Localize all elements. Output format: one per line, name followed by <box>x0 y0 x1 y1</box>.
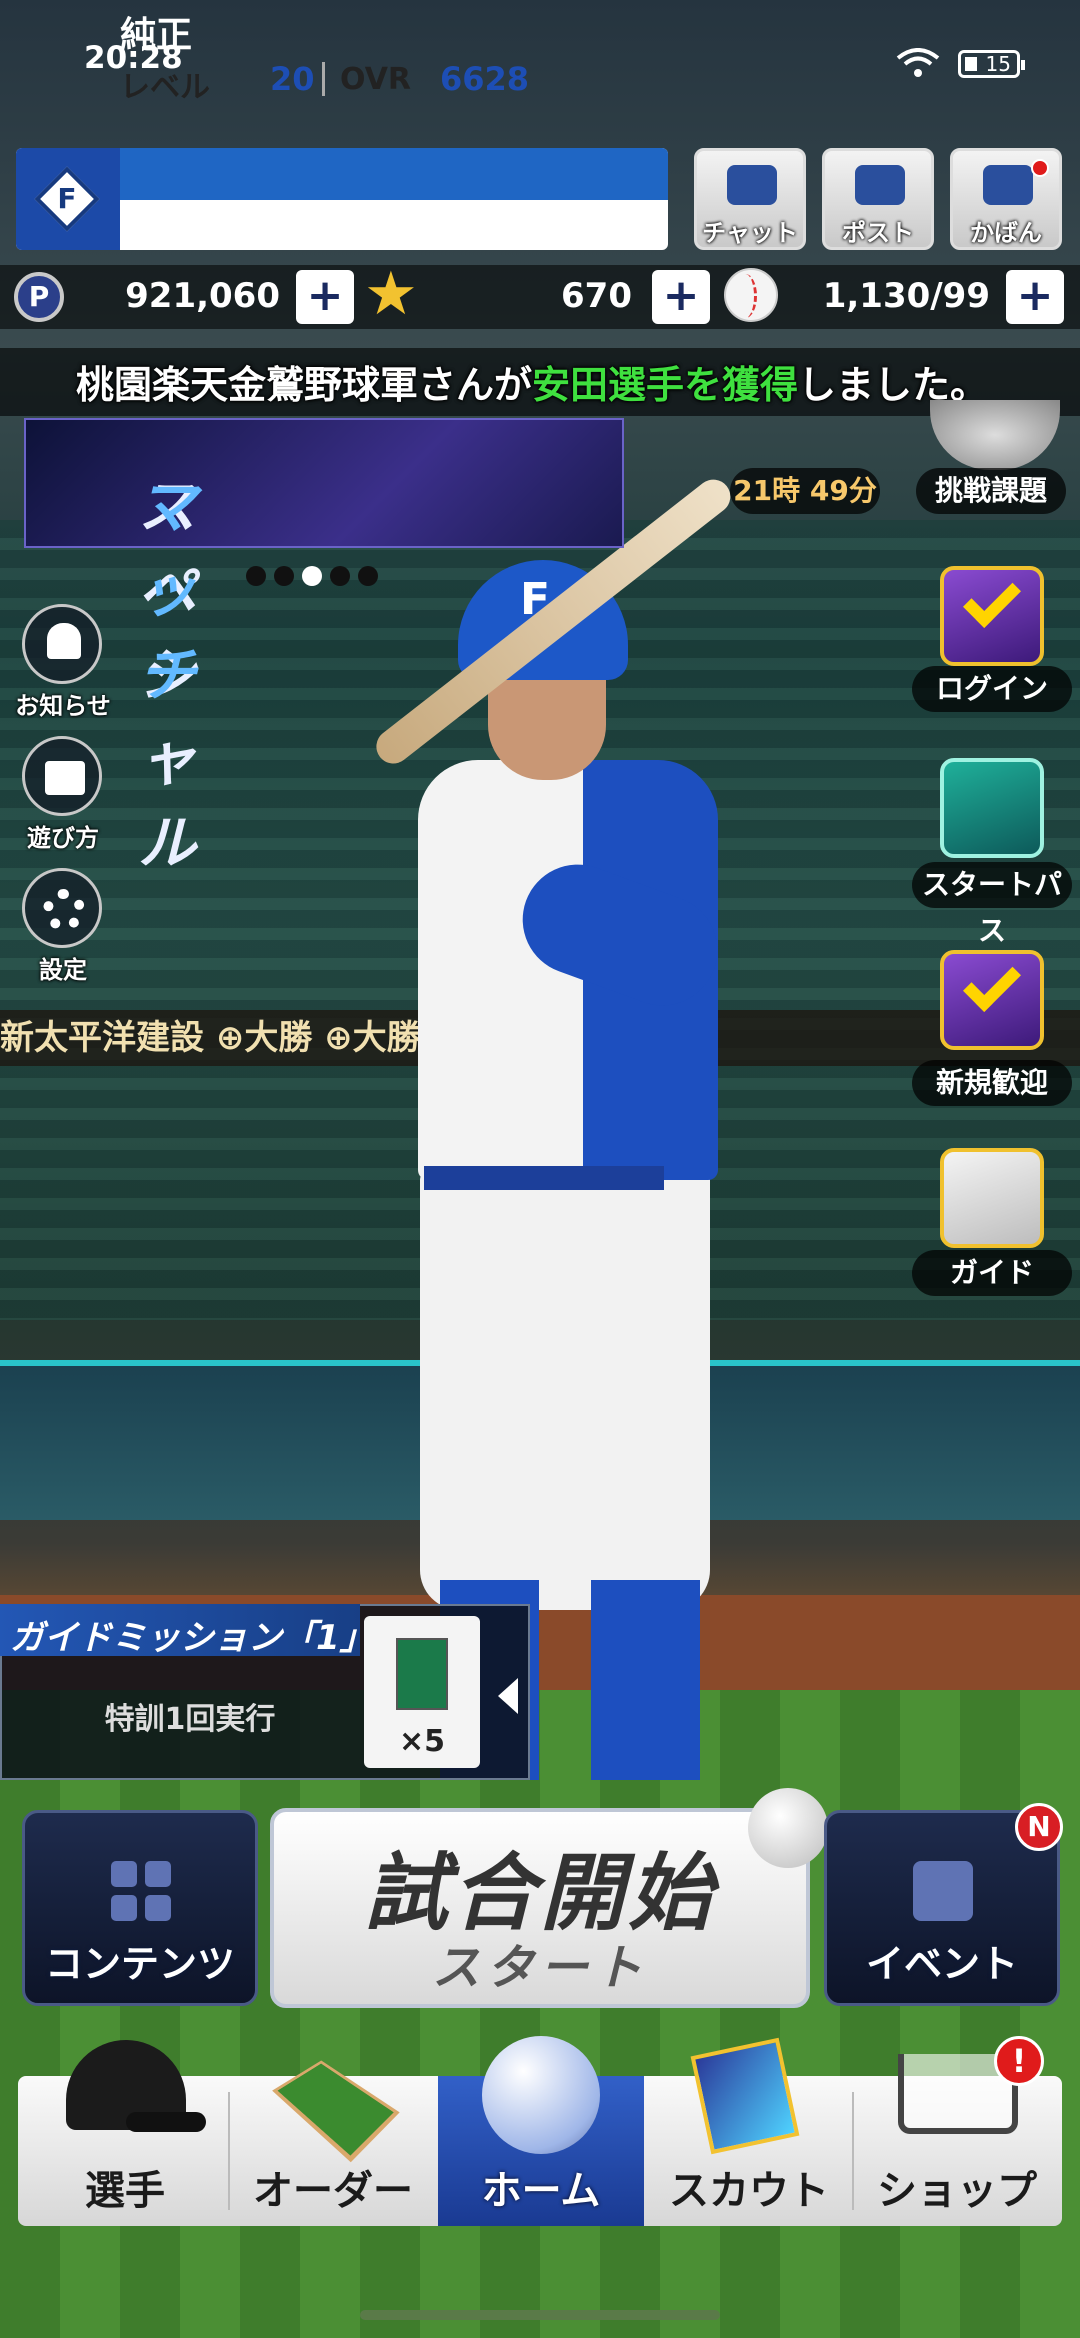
calendar-icon <box>913 1861 973 1921</box>
wifi-icon <box>896 48 940 77</box>
nav-players[interactable]: 選手 <box>22 2040 228 2226</box>
nav-shop[interactable]: ! ショップ <box>854 2036 1060 2226</box>
star-icon: ★ <box>364 259 418 329</box>
stars-value: 670 <box>561 276 632 316</box>
howto-label: 遊び方 <box>27 824 99 852</box>
start-pass-icon[interactable] <box>926 758 1058 868</box>
scout-ticket-icon <box>396 1638 448 1710</box>
welcome-icon[interactable] <box>926 950 1058 1060</box>
page-dot-active[interactable] <box>302 566 322 586</box>
profile-divider <box>322 62 325 96</box>
bag-button[interactable]: かばん <box>950 148 1062 250</box>
grid-icon <box>111 1861 171 1921</box>
home-ball-icon <box>482 2036 600 2154</box>
new-badge: N <box>1015 1803 1063 1851</box>
player-belt <box>424 1166 664 1190</box>
level-value: 20 <box>270 60 315 98</box>
gear-icon <box>43 889 85 931</box>
mail-icon <box>855 165 905 205</box>
challenge-button[interactable]: 挑戦課題 <box>916 468 1066 514</box>
ticker-message: 桃園楽天金鷲野球軍さんが安田選手を獲得しました。 <box>76 363 989 407</box>
howto-button[interactable] <box>22 736 102 816</box>
login-bonus-icon[interactable] <box>926 566 1058 676</box>
backpack-icon <box>983 165 1033 205</box>
field-grass <box>0 1690 1080 2338</box>
notification-dot <box>1031 159 1049 177</box>
start-pass-button[interactable]: スタートパス <box>912 862 1072 947</box>
baseball-icon <box>748 1788 828 1868</box>
team-logo: F <box>16 148 120 250</box>
login-button[interactable]: ログイン <box>912 666 1072 712</box>
add-balls-button[interactable]: + <box>1006 270 1064 324</box>
page-dot[interactable] <box>274 566 294 586</box>
level-label: レベル <box>120 70 210 105</box>
event-button[interactable]: イベント N <box>824 1803 1063 2006</box>
ovr-value: 6628 <box>440 60 530 98</box>
add-points-button[interactable]: + <box>296 270 354 324</box>
add-stars-button[interactable]: + <box>652 270 710 324</box>
start-game-sublabel: スタート <box>431 1940 648 1996</box>
balls-value: 1,130/99 <box>822 276 990 316</box>
book-icon <box>45 761 85 795</box>
points-value: 921,060 <box>125 276 280 316</box>
notice-label: お知らせ <box>15 692 111 720</box>
guide-button[interactable]: ガイド <box>912 1250 1072 1296</box>
collapse-arrow-icon[interactable] <box>488 1660 528 1730</box>
home-indicator[interactable] <box>360 2310 720 2320</box>
profile-card[interactable]: F <box>16 148 668 250</box>
guide-map-icon[interactable] <box>926 1148 1058 1258</box>
settings-button[interactable] <box>22 868 102 948</box>
special-match-banner[interactable]: スペシャル マッチ <box>24 418 624 877</box>
page-dot[interactable] <box>246 566 266 586</box>
alert-badge: ! <box>994 2036 1044 2086</box>
welcome-button[interactable]: 新規歓迎 <box>912 1060 1072 1106</box>
settings-label: 設定 <box>39 956 87 984</box>
nav-home[interactable]: ホーム <box>438 2036 644 2226</box>
points-coin-icon: P <box>14 272 64 322</box>
player-legs <box>420 1170 710 1610</box>
ovr-label: OVR <box>340 62 412 97</box>
notice-button[interactable] <box>22 604 102 684</box>
banner-pagination[interactable] <box>246 566 386 590</box>
guide-mission-title: ガイドミッション「1」 <box>10 1618 374 1658</box>
chat-icon <box>727 165 777 205</box>
page-dot[interactable] <box>358 566 378 586</box>
nav-scout[interactable]: スカウト <box>646 2037 852 2226</box>
bell-icon <box>47 623 81 659</box>
nav-order[interactable]: オーダー <box>230 2060 436 2226</box>
baseball-field-icon <box>272 2060 400 2163</box>
player-name: 純正 <box>120 15 193 56</box>
baseball-icon <box>724 268 778 322</box>
battery-icon: 15 <box>958 50 1025 78</box>
profile-name-bar <box>120 148 668 200</box>
guide-mission-task: 特訓1回実行 <box>104 1702 276 1737</box>
event-timer[interactable]: 21時 49分 <box>730 468 880 514</box>
page-dot[interactable] <box>330 566 350 586</box>
trophy-icon[interactable] <box>930 400 1060 470</box>
reward-count: ×5 <box>398 1724 445 1759</box>
chat-button[interactable]: チャット <box>694 148 806 250</box>
contents-button[interactable]: コンテンツ <box>22 1810 258 2006</box>
post-button[interactable]: ポスト <box>822 148 934 250</box>
